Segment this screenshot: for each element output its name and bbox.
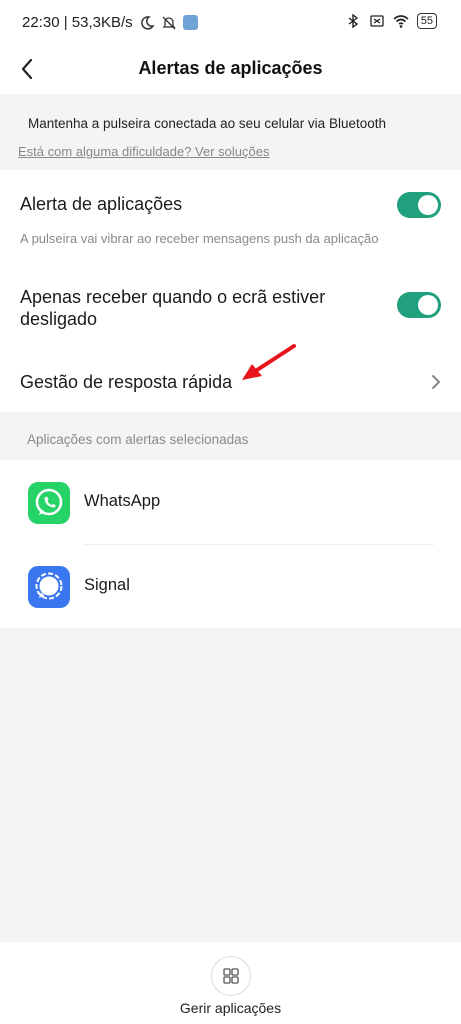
settings-section: Alerta de aplicações A pulseira vai vibr… — [0, 170, 461, 412]
list-item-signal[interactable]: Signal — [0, 544, 461, 628]
bottom-bar: Gerir aplicações — [0, 942, 461, 1024]
whatsapp-icon — [28, 482, 70, 524]
grid-icon — [223, 968, 239, 984]
quick-reply-row[interactable]: Gestão de resposta rápida — [0, 356, 461, 412]
screen-off-only-label: Apenas receber quando o ecrã estiver des… — [20, 287, 326, 329]
screen-off-only-toggle[interactable] — [397, 292, 441, 318]
battery-indicator: 55 — [416, 13, 437, 29]
status-right: 55 — [345, 13, 437, 29]
app-alert-description: A pulseira vai vibrar ao receber mensage… — [20, 231, 379, 246]
wifi-icon — [393, 15, 409, 28]
bell-muted-icon — [162, 16, 176, 29]
app-header: Alertas de aplicações — [0, 44, 461, 94]
page-title: Alertas de aplicações — [138, 58, 323, 78]
bluetooth-info-text: Mantenha a pulseira conectada ao seu cel… — [28, 116, 386, 131]
quick-reply-label: Gestão de resposta rápida — [20, 372, 233, 392]
selected-apps-section-label: Aplicações com alertas selecionadas — [27, 432, 249, 447]
app-alert-toggle[interactable] — [397, 192, 441, 218]
app-alert-row[interactable]: Alerta de aplicações A pulseira vai vibr… — [0, 170, 461, 258]
list-item-whatsapp[interactable]: WhatsApp — [0, 460, 461, 545]
bluetooth-icon — [348, 13, 358, 29]
app-list: WhatsApp Signal — [0, 460, 461, 628]
manage-apps-label[interactable]: Gerir aplicações — [0, 1000, 461, 1016]
screen-off-only-row[interactable]: Apenas receber quando o ecrã estiver des… — [0, 280, 461, 350]
status-bar: 22:30 | 53,3KB/s 55 — [0, 0, 461, 44]
moon-icon — [140, 15, 155, 30]
app-name-signal: Signal — [84, 576, 130, 594]
chevron-right-icon — [432, 375, 440, 389]
app-alert-label: Alerta de aplicações — [20, 194, 183, 214]
red-arrow-annotation — [242, 344, 296, 380]
no-sim-icon — [370, 15, 384, 27]
bluetooth-info-card: Mantenha a pulseira conectada ao seu cel… — [0, 96, 461, 168]
manage-apps-button[interactable] — [211, 956, 251, 996]
signal-icon — [28, 566, 70, 608]
app-name-whatsapp: WhatsApp — [84, 492, 161, 510]
app-notification-icon — [182, 15, 198, 30]
status-left: 22:30 | 53,3KB/s — [22, 14, 198, 31]
status-time-speed: 22:30 | 53,3KB/s — [22, 14, 133, 31]
help-link[interactable]: Está com alguma dificuldade? Ver soluçõe… — [18, 144, 269, 159]
